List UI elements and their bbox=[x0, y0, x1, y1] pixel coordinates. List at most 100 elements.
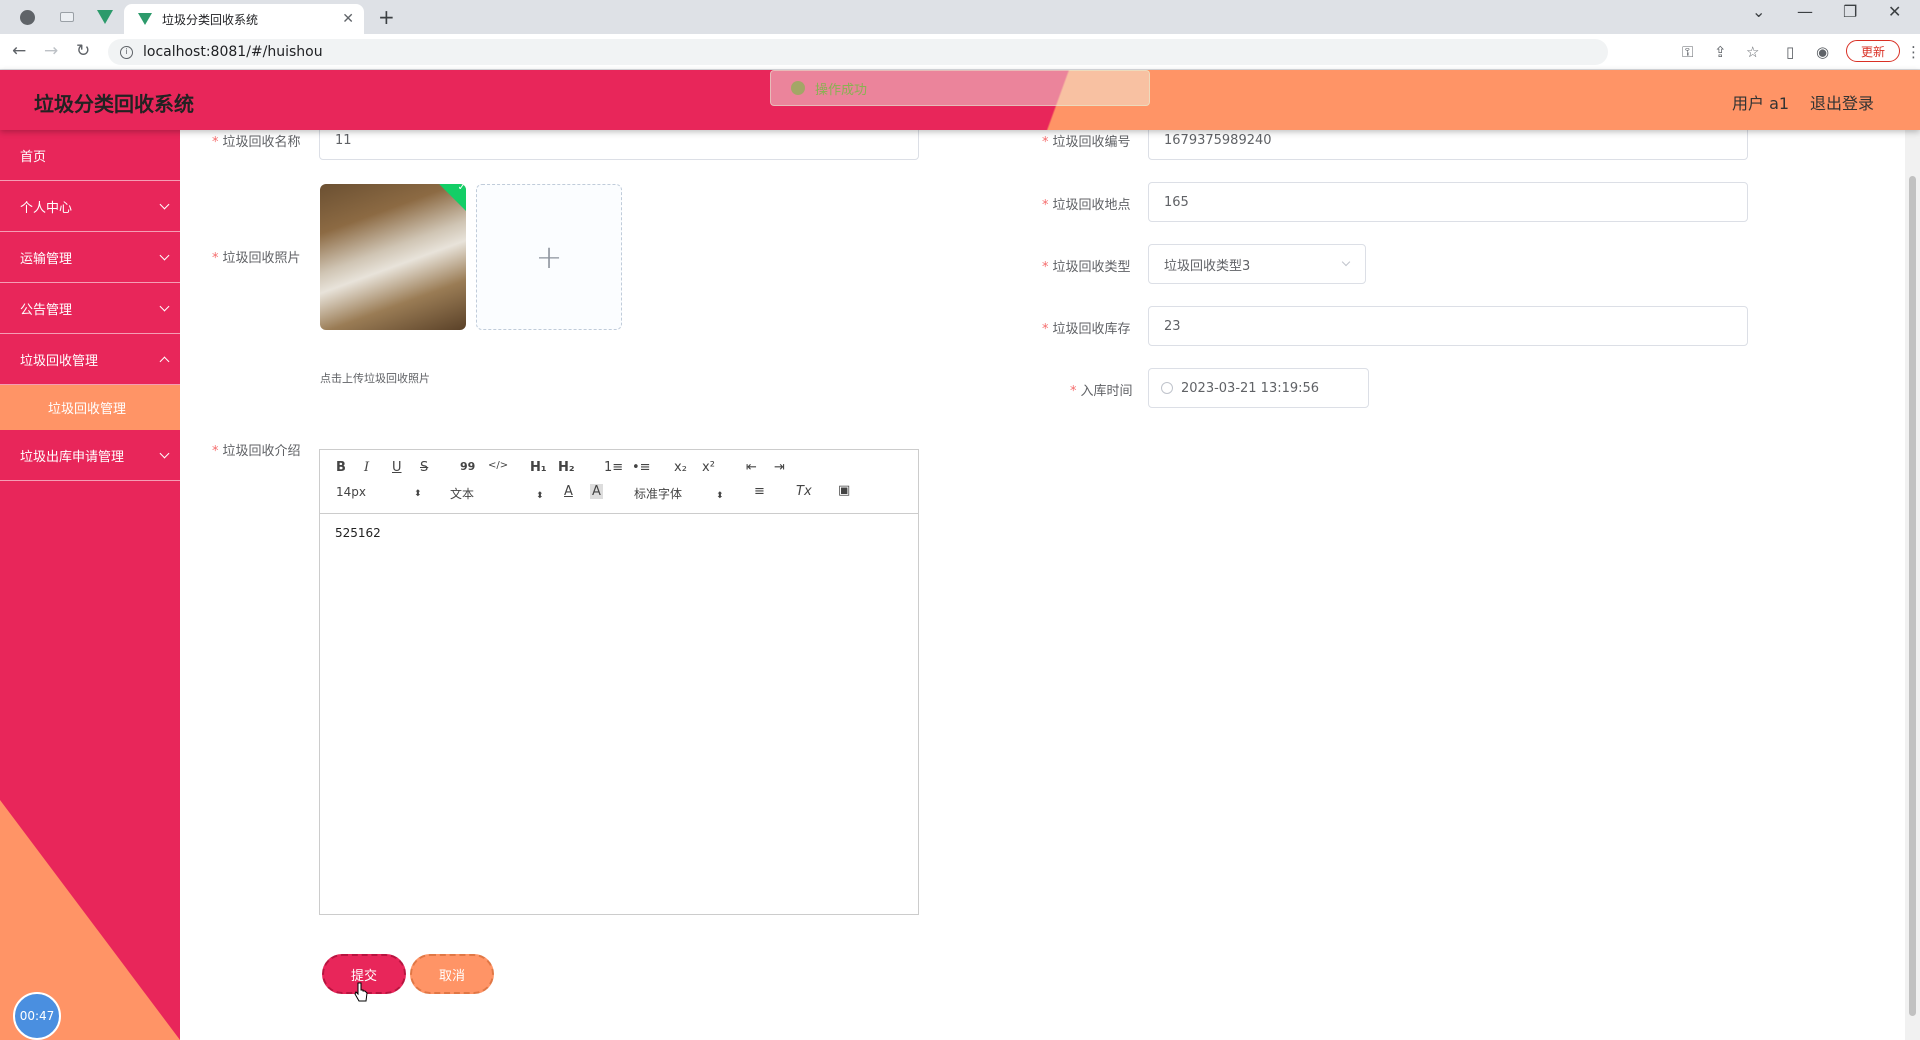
indent-button[interactable]: ⇥ bbox=[774, 460, 785, 475]
url-text: localhost:8081/#/huishou bbox=[143, 44, 323, 60]
ordered-list-button[interactable]: 1≡ bbox=[604, 460, 623, 475]
update-button[interactable]: 更新 bbox=[1846, 40, 1900, 62]
h1-button[interactable]: H₁ bbox=[530, 460, 547, 475]
close-tab-icon[interactable]: ✕ bbox=[342, 11, 354, 27]
sidebar-item-personal-center[interactable]: 个人中心 bbox=[0, 181, 180, 232]
header-value: 文本 bbox=[450, 487, 475, 501]
star-icon[interactable]: ☆ bbox=[1746, 43, 1759, 61]
bold-button[interactable]: B bbox=[336, 460, 346, 475]
type-label: 垃圾回收类型 bbox=[1042, 256, 1131, 275]
menu-icon[interactable]: ⋮ bbox=[1906, 43, 1920, 61]
site-info-icon[interactable]: i bbox=[120, 45, 133, 59]
image-button[interactable]: ▣ bbox=[838, 483, 850, 498]
background-color-button[interactable]: A bbox=[590, 484, 603, 499]
font-size-select[interactable]: 14px ⬍ bbox=[336, 485, 422, 499]
superscript-button[interactable]: x² bbox=[702, 460, 715, 475]
time-picker-value: 2023-03-21 13:19:56 bbox=[1181, 380, 1320, 396]
mouse-pointer-icon bbox=[354, 982, 368, 1002]
header-select[interactable]: 文本 ⬍ bbox=[450, 485, 544, 502]
chevron-down-icon bbox=[1341, 257, 1351, 267]
h2-button[interactable]: H₂ bbox=[558, 460, 575, 475]
text-color-button[interactable]: A bbox=[564, 484, 573, 499]
editor-content[interactable]: 525162 bbox=[320, 514, 918, 552]
font-size-value: 14px bbox=[336, 485, 366, 499]
plus-icon: + bbox=[535, 238, 563, 276]
sidebar-item-label: 个人中心 bbox=[20, 200, 73, 216]
sidebar-item-notice[interactable]: 公告管理 bbox=[0, 283, 180, 334]
close-window-button[interactable]: ✕ bbox=[1888, 2, 1901, 21]
scrollbar-thumb[interactable] bbox=[1909, 176, 1916, 1016]
clock-icon bbox=[1161, 382, 1173, 394]
blockquote-button[interactable]: 99 bbox=[460, 460, 475, 473]
name-label: 垃圾回收名称 bbox=[212, 131, 301, 150]
logout-link[interactable]: 退出登录 bbox=[1810, 90, 1874, 114]
scrollbar[interactable] bbox=[1905, 130, 1920, 1040]
upload-tip: 点击上传垃圾回收照片 bbox=[320, 372, 430, 385]
code-button[interactable]: </> bbox=[488, 460, 508, 471]
pinned-tab-1[interactable] bbox=[10, 6, 44, 28]
italic-button[interactable]: I bbox=[364, 460, 369, 475]
key-icon[interactable]: ⚿ bbox=[1682, 43, 1693, 61]
forward-icon[interactable]: → bbox=[44, 41, 58, 61]
outdent-button[interactable]: ⇤ bbox=[746, 460, 757, 475]
pinned-tab-2[interactable] bbox=[50, 6, 84, 28]
tab-title: 垃圾分类回收系统 bbox=[162, 12, 259, 27]
underline-button[interactable]: U bbox=[392, 460, 402, 475]
font-family-select[interactable]: 标准字体 ⬍ bbox=[634, 485, 724, 502]
location-label: 垃圾回收地点 bbox=[1042, 194, 1131, 213]
restore-button[interactable]: ❐ bbox=[1843, 2, 1857, 21]
location-input[interactable]: 165 bbox=[1148, 182, 1748, 222]
omnibox[interactable]: i localhost:8081/#/huishou bbox=[108, 39, 1608, 65]
bullet-list-button[interactable]: •≡ bbox=[632, 460, 651, 475]
cancel-button[interactable]: 取消 bbox=[410, 954, 494, 994]
time-picker[interactable]: 2023-03-21 13:19:56 bbox=[1148, 368, 1369, 408]
sidebar-subitem-recycle-manage[interactable]: 垃圾回收管理 bbox=[0, 385, 180, 430]
tab-search-icon[interactable]: ⌄ bbox=[1752, 2, 1765, 21]
address-bar: ← → ↻ i localhost:8081/#/huishou ⚿ ⇪ ☆ ▯… bbox=[0, 34, 1920, 70]
back-icon[interactable]: ← bbox=[12, 41, 26, 61]
editor-toolbar: B I U S 99 </> H₁ H₂ 1≡ •≡ x₂ x² ⇤ ⇥ 14p… bbox=[320, 450, 918, 514]
intro-label: 垃圾回收介绍 bbox=[212, 440, 301, 459]
uploaded-photo[interactable] bbox=[320, 184, 466, 330]
code-label: 垃圾回收编号 bbox=[1042, 131, 1131, 150]
chevron-down-icon bbox=[159, 448, 170, 459]
minimize-button[interactable]: — bbox=[1797, 2, 1813, 21]
sidebar-item-transport[interactable]: 运输管理 bbox=[0, 232, 180, 283]
globe-icon bbox=[19, 9, 35, 25]
stock-input[interactable]: 23 bbox=[1148, 306, 1748, 346]
sidebar-item-outbound[interactable]: 垃圾出库申请管理 bbox=[0, 430, 180, 481]
share-icon[interactable]: ⇪ bbox=[1714, 43, 1727, 61]
reload-icon[interactable]: ↻ bbox=[76, 41, 90, 61]
chevron-down-icon bbox=[159, 199, 170, 210]
chevron-down-icon bbox=[159, 250, 170, 261]
clean-format-button[interactable]: Tx bbox=[796, 484, 812, 499]
select-arrow-icon: ⬍ bbox=[536, 491, 544, 501]
align-button[interactable]: ≡ bbox=[754, 484, 765, 499]
timer-badge[interactable]: 00:47 bbox=[13, 992, 61, 1040]
sidebar-item-label: 运输管理 bbox=[20, 251, 73, 267]
time-label: 入库时间 bbox=[1070, 380, 1133, 399]
stock-label: 垃圾回收库存 bbox=[1042, 318, 1131, 337]
app-title: 垃圾分类回收系统 bbox=[34, 92, 194, 116]
page-icon bbox=[60, 12, 74, 22]
vue-icon bbox=[138, 13, 152, 25]
new-tab-button[interactable]: + bbox=[378, 5, 395, 29]
strike-button[interactable]: S bbox=[420, 460, 428, 475]
sidebar-item-label: 垃圾回收管理 bbox=[48, 402, 127, 417]
sidebar-item-home[interactable]: 首页 bbox=[0, 130, 180, 181]
chevron-down-icon bbox=[159, 301, 170, 312]
profile-icon[interactable]: ◉ bbox=[1816, 43, 1829, 61]
upload-success-icon bbox=[439, 184, 466, 213]
type-select[interactable]: 垃圾回收类型3 bbox=[1148, 244, 1366, 284]
select-arrow-icon: ⬍ bbox=[716, 491, 724, 501]
sidebar-item-recycle[interactable]: 垃圾回收管理 bbox=[0, 334, 180, 385]
upload-button[interactable]: + bbox=[476, 184, 622, 330]
pinned-tab-3[interactable] bbox=[88, 6, 122, 28]
rich-text-editor: B I U S 99 </> H₁ H₂ 1≡ •≡ x₂ x² ⇤ ⇥ 14p… bbox=[319, 449, 919, 915]
sidebar: 首页 个人中心 运输管理 公告管理 垃圾回收管理 垃圾回收管理 垃圾出库申请管理 bbox=[0, 130, 180, 1040]
sidebar-item-label: 公告管理 bbox=[20, 302, 73, 318]
active-tab[interactable]: 垃圾分类回收系统 ✕ bbox=[124, 4, 364, 34]
font-family-value: 标准字体 bbox=[634, 487, 683, 501]
sidepanel-icon[interactable]: ▯ bbox=[1786, 43, 1794, 61]
subscript-button[interactable]: x₂ bbox=[674, 460, 687, 475]
